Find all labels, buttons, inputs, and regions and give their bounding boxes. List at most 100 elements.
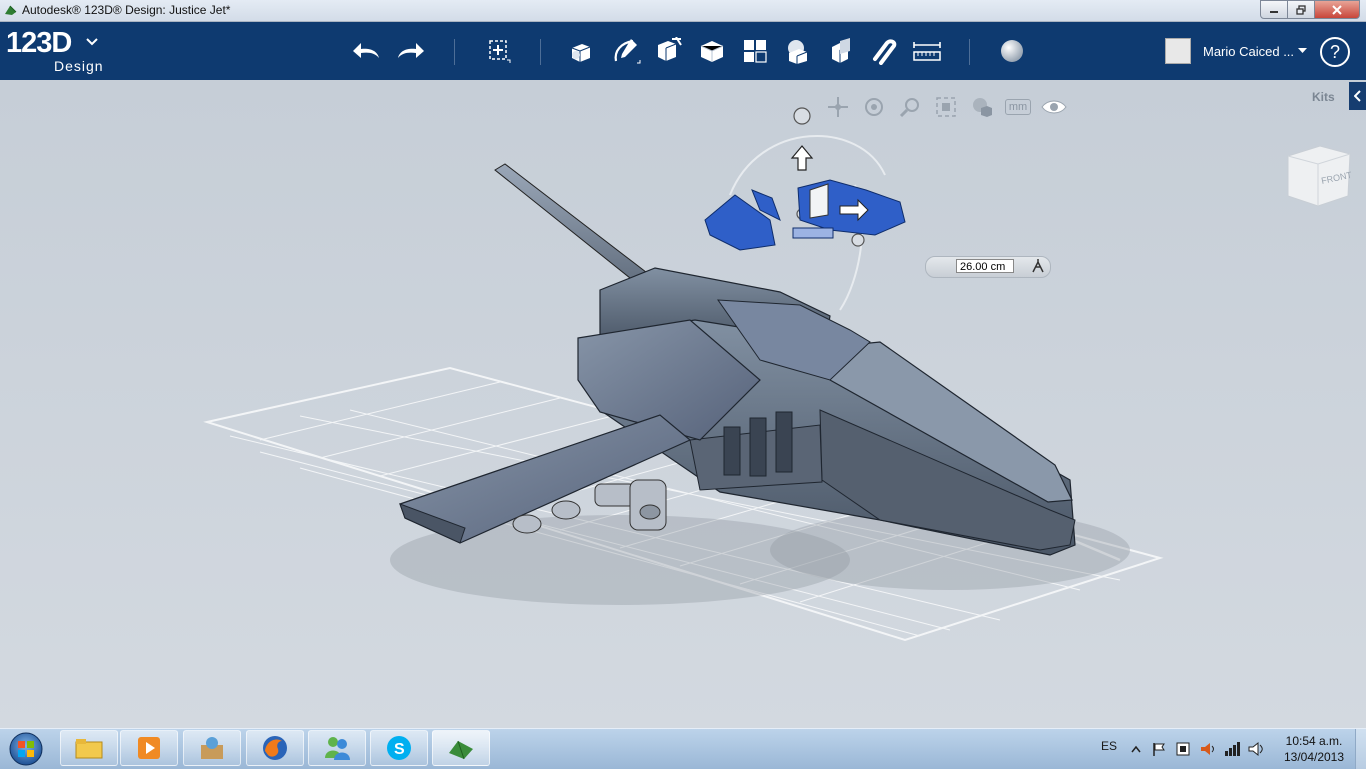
construct-icon [658,37,682,61]
logo-subtext: Design [54,58,104,74]
language-indicator[interactable]: ES [1101,739,1117,753]
speaker-icon[interactable] [1199,741,1217,757]
material-button[interactable] [995,35,1029,67]
caret-down-icon[interactable] [1298,48,1307,54]
jet-vent[interactable] [749,417,767,477]
selected-parts[interactable] [704,179,906,251]
construct-button[interactable] [652,35,686,67]
dimension-field: 26.00 cm [925,256,1051,278]
chevron-left-icon [1353,90,1361,102]
units-button[interactable]: mm [1000,94,1036,120]
taskbar-skype[interactable]: S [370,730,428,766]
view-mode-button[interactable] [964,94,1000,120]
undo-icon [353,43,379,58]
scene-canvas[interactable] [0,80,1366,728]
dimension-input[interactable]: 26.00 cm [956,259,1014,273]
eye-icon [1041,100,1067,114]
desktop-app-icon [201,737,223,759]
toolbar-separator [969,39,970,65]
sketch-icon [614,39,641,64]
show-hidden-icons[interactable] [1131,745,1141,753]
firefox-icon [263,736,287,760]
orbit-button[interactable] [856,94,892,120]
taskbar-media-player[interactable] [120,730,178,766]
material-icon [1001,40,1023,62]
toolbar-separator [540,39,541,65]
kits-panel-toggle[interactable] [1349,82,1366,110]
visibility-button[interactable] [1036,94,1072,120]
signal-icon[interactable] [1223,741,1241,757]
zoom-icon [899,98,919,118]
avatar [1165,38,1191,64]
gizmo-handle[interactable] [809,183,829,219]
taskbar-123d-design[interactable] [432,730,490,766]
window-titlebar: Autodesk® 123D® Design: Justice Jet* [0,0,1366,22]
minimize-button[interactable] [1260,0,1288,19]
volume-icon[interactable] [1247,741,1265,757]
minimize-icon [1270,10,1278,13]
move-arrow-icon[interactable] [790,145,814,171]
window-title: Autodesk® 123D® Design: Justice Jet* [22,3,231,17]
restore-button[interactable] [1287,0,1315,19]
jet-vent[interactable] [775,411,793,473]
folder-icon [75,739,103,759]
show-desktop-button[interactable] [1355,729,1366,769]
clock-date: 13/04/2013 [1283,750,1345,764]
help-button[interactable]: ? [1320,37,1350,67]
jet-vent[interactable] [723,426,741,476]
taskbar-app[interactable] [183,730,241,766]
fit-icon [936,97,956,117]
undo-button[interactable] [350,35,384,67]
toolbar-separator [454,39,455,65]
pattern-button[interactable] [738,35,772,67]
sketch-button[interactable] [609,35,643,67]
network-tray-icon[interactable] [1175,741,1191,757]
flag-icon[interactable] [1151,741,1167,757]
close-button[interactable] [1314,0,1360,19]
measure-button[interactable] [910,35,944,67]
main-toolbar: 123D Design Mario Caiced ... ? [0,22,1366,80]
pan-icon [828,97,848,117]
navigation-bar: mm [820,94,1072,120]
fit-button[interactable] [928,94,964,120]
taskbar-explorer[interactable] [60,730,118,766]
app-menu-button[interactable]: 123D Design [6,27,103,74]
taskbar-messenger[interactable] [308,730,366,766]
measure-icon [913,42,941,61]
svg-text:S: S [394,741,405,758]
orbit-icon [865,98,883,116]
123d-design-icon [449,740,473,760]
redo-button[interactable] [393,35,427,67]
kits-label: Kits [1312,90,1335,104]
chevron-down-icon [86,38,98,46]
system-clock[interactable]: 10:54 a.m. 13/04/2013 [1268,733,1360,765]
zoom-button[interactable] [892,94,928,120]
modify-button[interactable] [695,35,729,67]
messenger-icon [325,737,350,760]
3d-viewport[interactable]: Kits mm FRONT 26.00 cm [0,80,1366,728]
pattern-icon [744,40,767,63]
windows-taskbar: S ES 10:54 a.m. 13/04/2013 [0,728,1366,769]
viewcube[interactable]: FRONT [1284,144,1354,214]
snap-button[interactable] [867,35,901,67]
taskbar-firefox[interactable] [246,730,304,766]
window-controls [1260,0,1360,19]
primitives-button[interactable] [566,35,600,67]
transform-button[interactable] [482,35,516,67]
transform-icon [489,40,511,63]
logo-text: 123D [6,27,72,59]
measure-tool-icon[interactable] [1030,258,1046,274]
start-button[interactable] [4,730,48,768]
media-player-icon [138,737,160,759]
snap-icon [873,39,897,65]
app-icon [5,5,17,15]
close-icon [1332,4,1342,15]
primitives-icon [571,44,591,62]
combine-button[interactable] [824,35,858,67]
grouping-button[interactable] [781,35,815,67]
user-menu[interactable]: Mario Caiced ... [1165,38,1294,64]
units-label: mm [1004,99,1032,115]
pan-button[interactable] [820,94,856,120]
grouping-icon [788,40,808,64]
restore-icon [1296,4,1306,15]
